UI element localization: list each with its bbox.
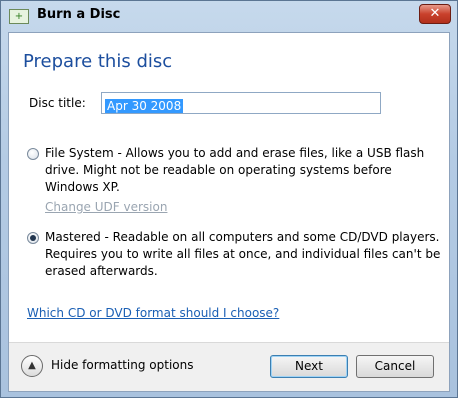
burn-disc-window: + Burn a Disc ✕ Prepare this disc Disc t… [0,0,458,398]
title-bar[interactable]: + Burn a Disc ✕ [1,1,457,31]
chevron-up-icon: ▲ [28,360,36,371]
dialog-heading: Prepare this disc [23,51,173,72]
disc-title-input[interactable]: Apr 30 2008 [101,92,381,114]
disc-format-help-link[interactable]: Which CD or DVD format should I choose? [27,306,279,320]
dialog-footer: ▲ Hide formatting options Next Cancel [9,342,449,391]
close-button[interactable]: ✕ [419,4,451,24]
dialog-body: Prepare this disc Disc title: Apr 30 200… [8,32,450,392]
file-system-radio[interactable] [27,148,39,160]
disc-title-label: Disc title: [29,96,86,110]
window-title: Burn a Disc [37,7,121,22]
mastered-option-label[interactable]: Mastered - Readable on all computers and… [45,229,445,280]
file-system-option-label[interactable]: File System - Allows you to add and eras… [45,145,445,196]
mastered-radio[interactable] [27,232,39,244]
hide-options-toggle[interactable]: ▲ [21,355,43,377]
hide-formatting-options-label[interactable]: Hide formatting options [51,358,193,372]
next-button[interactable]: Next [270,355,348,378]
cancel-button[interactable]: Cancel [356,355,434,378]
close-icon: ✕ [429,6,441,21]
disc-title-value: Apr 30 2008 [105,99,184,113]
change-udf-version-link[interactable]: Change UDF version [45,200,167,214]
burn-disc-app-icon: + [9,9,29,24]
